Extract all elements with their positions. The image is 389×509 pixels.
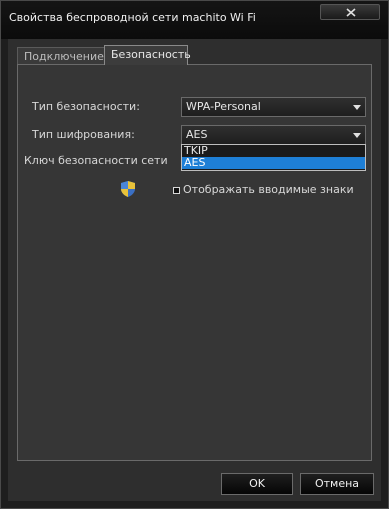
close-button[interactable]: [320, 4, 380, 20]
cancel-button[interactable]: Отмена: [300, 473, 374, 495]
encryption-type-dropdown-list: TKIP AES: [181, 144, 366, 171]
show-characters-checkbox[interactable]: [173, 187, 180, 194]
title-bar[interactable]: Свойства беспроводной сети machito Wi Fi: [1, 1, 388, 39]
tab-security[interactable]: Безопасность: [104, 45, 191, 65]
ok-button[interactable]: OK: [221, 473, 293, 495]
security-type-value: WPA-Personal: [186, 100, 261, 113]
security-type-select[interactable]: WPA-Personal: [181, 97, 366, 117]
window-title: Свойства беспроводной сети machito Wi Fi: [9, 11, 256, 24]
shield-icon: [121, 181, 135, 197]
encryption-type-value: AES: [186, 128, 208, 141]
network-key-label: Ключ безопасности сети: [24, 154, 168, 167]
dropdown-option-aes[interactable]: AES: [182, 157, 365, 169]
chevron-down-icon: [353, 105, 361, 110]
tab-connection[interactable]: Подключение: [17, 47, 105, 65]
chevron-down-icon: [353, 133, 361, 138]
encryption-type-label: Тип шифрования:: [32, 128, 135, 141]
wireless-properties-window: Свойства беспроводной сети machito Wi Fi…: [0, 0, 389, 509]
dropdown-option-tkip[interactable]: TKIP: [182, 145, 365, 157]
security-type-label: Тип безопасности:: [32, 100, 140, 113]
dialog-client-area: Подключение Безопасность Тип безопасност…: [8, 39, 381, 501]
security-tab-panel: Тип безопасности: WPA-Personal Тип шифро…: [17, 64, 372, 461]
encryption-type-select[interactable]: AES: [181, 125, 366, 145]
close-icon: [346, 8, 356, 17]
show-characters-label: Отображать вводимые знаки: [183, 183, 354, 196]
